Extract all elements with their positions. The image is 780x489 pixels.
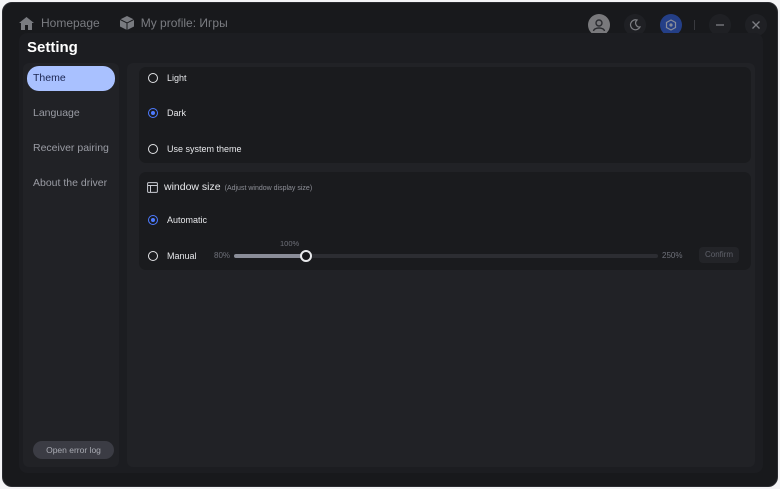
window-size-automatic[interactable]: Automatic: [148, 215, 207, 225]
radio-system[interactable]: [148, 144, 158, 154]
settings-dialog: Setting Theme Language Receiver pairing …: [19, 33, 763, 473]
toolbar-separator: [694, 20, 695, 30]
nav-homepage-label: Homepage: [41, 16, 100, 30]
slider-thumb[interactable]: [300, 250, 312, 262]
nav-homepage[interactable]: Homepage: [19, 16, 100, 30]
home-icon: [19, 16, 34, 30]
sidebar-item-language[interactable]: Language: [27, 101, 115, 126]
theme-option-label: Light: [167, 73, 187, 83]
theme-option-system[interactable]: Use system theme: [148, 144, 242, 154]
theme-option-light[interactable]: Light: [148, 73, 187, 83]
sidebar-item-receiver-pairing[interactable]: Receiver pairing: [27, 136, 115, 161]
slider-min-label: 80%: [214, 251, 231, 260]
radio-light[interactable]: [148, 73, 158, 83]
slider-value-label: 100%: [280, 239, 300, 248]
theme-option-label: Dark: [167, 108, 187, 118]
window-size-slider[interactable]: [234, 250, 658, 262]
dialog-title: Setting: [27, 39, 78, 56]
slider-fill: [234, 254, 306, 258]
radio-dark[interactable]: [148, 108, 158, 118]
open-error-log-button[interactable]: Open error log: [33, 441, 114, 459]
slider-max-label: 250%: [662, 251, 683, 260]
confirm-button[interactable]: Confirm: [699, 247, 739, 263]
nav-profile-label: My profile: Игры: [140, 16, 228, 30]
settings-sidebar: Theme Language Receiver pairing About th…: [23, 63, 119, 467]
layout-icon: [147, 181, 158, 193]
theme-option-dark[interactable]: Dark: [148, 108, 186, 118]
radio-manual[interactable]: [148, 251, 158, 261]
cube-icon: [119, 16, 134, 30]
theme-option-label: Use system theme: [167, 144, 242, 154]
settings-content: Light Dark Use system theme window size …: [127, 63, 755, 467]
manual-label: Manual: [167, 251, 197, 261]
automatic-label: Automatic: [167, 215, 208, 225]
nav-profile[interactable]: My profile: Игры: [119, 16, 228, 30]
window-size-header: window size (Adjust window display size): [147, 181, 312, 193]
sidebar-item-about-driver[interactable]: About the driver: [27, 171, 115, 196]
app-window: Homepage My profile: Игры Setting Theme …: [2, 2, 778, 487]
window-size-hint: (Adjust window display size): [224, 185, 313, 192]
sidebar-item-theme[interactable]: Theme: [27, 66, 115, 91]
theme-card: Light Dark Use system theme: [139, 67, 751, 163]
window-size-manual[interactable]: Manual: [148, 251, 197, 261]
window-size-card: window size (Adjust window display size)…: [139, 172, 751, 270]
radio-automatic[interactable]: [148, 215, 158, 225]
window-size-title: window size: [164, 181, 221, 193]
